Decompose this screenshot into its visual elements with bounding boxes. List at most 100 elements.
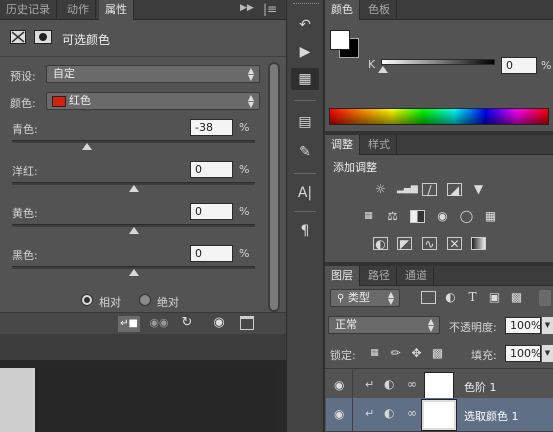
layer-filter-select[interactable]: ⚲ 类型 ▲ ▼ (330, 289, 400, 307)
search-icon: ⚲ (337, 293, 345, 304)
eye-icon[interactable]: ◉ (334, 407, 344, 421)
black-slider-thumb[interactable] (128, 269, 139, 276)
visibility-icon[interactable]: ◉ (208, 315, 230, 331)
scrollbar-thumb[interactable] (270, 64, 278, 310)
tab-layers[interactable]: 图层 (325, 266, 360, 286)
tab-swatches[interactable]: 色板 (362, 0, 397, 20)
curves-icon[interactable]: ∕ (422, 183, 437, 197)
paragraph-icon[interactable]: ¶ (291, 220, 319, 242)
info-icon[interactable]: ▤ (291, 111, 319, 133)
lock-all-icon[interactable]: ▩ (430, 347, 445, 360)
lock-position-icon[interactable]: ✥ (409, 347, 424, 360)
blend-mode-value: 正常 (335, 318, 357, 331)
k-slider-thumb[interactable] (378, 66, 388, 73)
colors-label: 颜色: (10, 97, 36, 110)
brightness-contrast-icon[interactable]: ☼ (373, 183, 388, 196)
threshold-icon[interactable]: ∿ (422, 237, 437, 251)
properties-icon[interactable]: ▦ (291, 68, 319, 90)
k-value-input[interactable]: 0 (501, 57, 537, 74)
levels-icon[interactable]: ▂▄▆ (397, 183, 418, 196)
red-swatch (52, 96, 66, 107)
slider-label: 黑色: (12, 249, 38, 262)
gradient-map-icon[interactable] (471, 237, 486, 250)
play-actions-icon[interactable]: ▶ (291, 41, 319, 63)
channel-mixer-icon[interactable]: ◯ (459, 210, 474, 223)
filter-toggle[interactable] (539, 290, 551, 306)
spectrum-ramp[interactable] (329, 108, 549, 125)
shape-filter-icon[interactable]: ▣ (487, 291, 502, 304)
layer-mask-thumbnail[interactable] (421, 399, 457, 431)
history-icon[interactable]: ↶ (291, 14, 319, 36)
blend-mode-select[interactable]: 正常 ▲ ▼ (328, 316, 440, 334)
tab-channels[interactable]: 通道 (399, 266, 434, 286)
fill-dropdown-icon[interactable]: ▼ (542, 345, 553, 362)
black-white-icon[interactable] (410, 210, 425, 223)
opacity-input[interactable]: 100% (505, 317, 541, 334)
cyan-slider-thumb[interactable] (82, 143, 93, 150)
percent-unit: % (239, 247, 250, 260)
colors-value: 红色 (69, 94, 91, 107)
panel-scrollbar[interactable] (268, 62, 280, 312)
type-filter-icon[interactable]: T (465, 291, 480, 304)
opacity-dropdown-icon[interactable]: ▼ (542, 317, 553, 334)
selective-color-icon[interactable]: ✕ (447, 237, 462, 251)
adjustment-layer-icon: ◐ (384, 406, 395, 420)
link-icon[interactable]: ∞ (407, 406, 417, 420)
tab-actions[interactable]: 动作 (61, 0, 96, 20)
cyan-track[interactable] (12, 140, 255, 143)
trash-icon[interactable] (240, 316, 254, 330)
chevron-updown-icon: ▲ ▼ (247, 93, 254, 109)
fill-input[interactable]: 100% (505, 345, 541, 362)
lock-label: 锁定: (330, 349, 356, 362)
link-icon[interactable]: ∞ (407, 377, 417, 391)
cyan-value-input[interactable]: -38 (190, 119, 233, 136)
exposure-icon[interactable]: ◢ (447, 183, 462, 197)
absolute-radio[interactable] (139, 294, 151, 306)
black-value-input[interactable]: 0 (190, 245, 233, 262)
tab-properties[interactable]: 属性 (99, 0, 134, 20)
k-slider-track[interactable] (381, 59, 495, 65)
tab-color[interactable]: 颜色 (325, 0, 360, 20)
dock-grip[interactable] (293, 3, 319, 6)
layer-name[interactable]: 选取颜色 1 (464, 408, 519, 424)
lock-transparency-icon[interactable]: ▦ (367, 347, 382, 360)
lock-pixels-icon[interactable]: ✏ (388, 347, 403, 360)
character-icon[interactable]: A| (291, 182, 319, 204)
tab-paths[interactable]: 路径 (362, 266, 397, 286)
magenta-slider-thumb[interactable] (128, 185, 139, 192)
tab-adjustments[interactable]: 调整 (325, 135, 360, 155)
canvas-area[interactable] (0, 360, 286, 432)
pixel-filter-icon[interactable] (421, 291, 436, 304)
vibrance-icon[interactable]: ▼ (471, 183, 486, 196)
percent-unit: % (239, 205, 250, 218)
layer-row-selected[interactable]: ◉ ↵ ◐ ∞ 选取颜色 1 (326, 398, 553, 432)
adjustment-filter-icon[interactable]: ◐ (443, 291, 458, 304)
collapse-icon[interactable]: ▶▶ (240, 3, 254, 13)
yellow-slider-thumb[interactable] (128, 227, 139, 234)
canvas-document (0, 368, 35, 432)
slider-label: 黄色: (12, 207, 38, 220)
reset-icon[interactable]: ↻ (177, 315, 197, 331)
colors-select[interactable]: 红色 ▲ ▼ (46, 92, 260, 110)
view-previous-icon[interactable]: ◉◉ (148, 316, 170, 332)
notes-icon[interactable]: ✎ (291, 141, 319, 163)
hue-saturation-icon[interactable]: ▦ (361, 210, 376, 223)
tab-styles[interactable]: 样式 (362, 135, 397, 155)
preset-select[interactable]: 自定 ▲ ▼ (46, 65, 260, 83)
magenta-value-input[interactable]: 0 (190, 161, 233, 178)
invert-icon[interactable]: ◐ (373, 237, 388, 251)
relative-radio[interactable] (81, 294, 93, 306)
posterize-icon[interactable]: ◤ (397, 237, 412, 251)
photo-filter-icon[interactable]: ◉ (435, 210, 450, 223)
panel-menu-icon[interactable]: |≡ (263, 2, 277, 16)
color-lookup-icon[interactable]: ▦ (483, 210, 498, 223)
layer-mask-thumbnail[interactable] (424, 372, 454, 399)
eye-icon[interactable]: ◉ (334, 378, 344, 392)
yellow-value-input[interactable]: 0 (190, 203, 233, 220)
layer-name[interactable]: 色阶 1 (464, 379, 497, 395)
clip-to-layer-icon[interactable]: ↵■ (118, 316, 140, 332)
smart-object-filter-icon[interactable]: ▩ (509, 291, 524, 304)
color-balance-icon[interactable]: ⚖ (385, 210, 400, 223)
tab-history[interactable]: 历史记录 (0, 0, 57, 20)
foreground-color-swatch[interactable] (330, 30, 350, 50)
